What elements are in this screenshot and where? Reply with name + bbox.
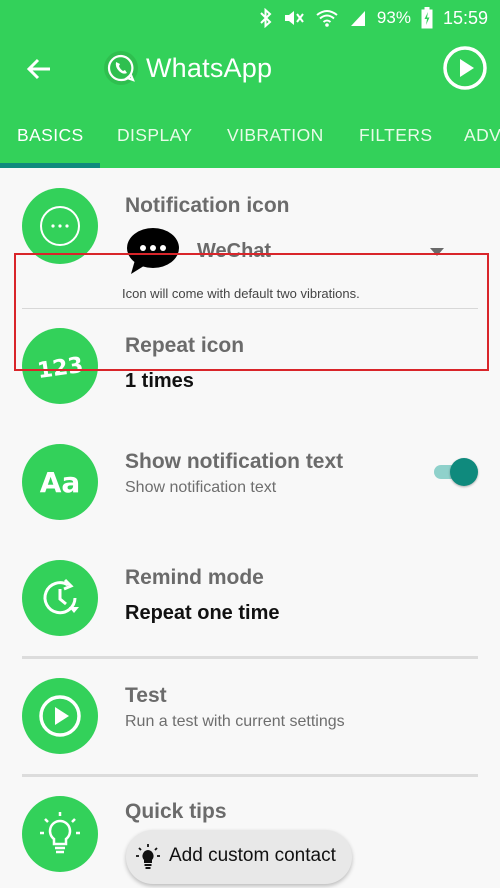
test-icon-badge [22, 678, 98, 754]
battery-icon [421, 7, 433, 29]
item-subtitle: Show notification text [125, 479, 277, 496]
tab-basics[interactable]: BASICS [17, 102, 84, 168]
font-aa-icon: Aa [40, 466, 81, 499]
mute-icon [283, 8, 305, 28]
item-title: Quick tips [125, 800, 227, 823]
whatsapp-logo-icon [103, 50, 139, 86]
clock-repeat-icon [43, 578, 79, 615]
tab-display[interactable]: DISPLAY [117, 102, 192, 168]
tab-bar: BASICS DISPLAY VIBRATION FILTERS ADV [0, 102, 500, 168]
status-bar: 93% 15:59 [0, 0, 500, 36]
item-subtitle: Run a test with current settings [125, 713, 345, 730]
wifi-icon [315, 8, 339, 28]
status-icons: 93% 15:59 [259, 0, 488, 36]
add-custom-contact-button[interactable]: Add custom contact [126, 830, 352, 884]
highlight-box [14, 253, 489, 371]
tips-icon-badge [22, 796, 98, 872]
tab-advanced[interactable]: ADV [464, 102, 500, 168]
back-button[interactable] [24, 54, 54, 84]
item-title: Show notification text [125, 450, 344, 473]
more-dots-icon [40, 206, 80, 246]
divider [22, 774, 478, 777]
battery-percent: 93% [376, 8, 411, 27]
clock: 15:59 [442, 7, 488, 28]
lightbulb-icon [136, 844, 160, 869]
remind-icon-badge [22, 560, 98, 636]
remind-mode-value: Repeat one time [125, 602, 280, 624]
lightbulb-icon [40, 812, 80, 854]
item-title: Test [125, 684, 167, 707]
tab-filters[interactable]: FILTERS [359, 102, 432, 168]
chip-label: Add custom contact [169, 845, 336, 866]
arrow-left-icon [26, 58, 50, 80]
toggle-knob [450, 458, 478, 486]
item-title: Notification icon [125, 194, 290, 217]
svg-text:Aa: Aa [40, 466, 81, 499]
app-title: WhatsApp [146, 53, 273, 83]
play-circle-icon [39, 695, 81, 737]
divider [22, 656, 478, 659]
app-bar: WhatsApp [0, 36, 500, 102]
item-title: Remind mode [125, 566, 264, 589]
show-text-toggle[interactable] [434, 458, 478, 486]
text-icon-badge: Aa [22, 444, 98, 520]
signal-icon [349, 8, 367, 28]
repeat-count-value: 1 times [125, 370, 194, 392]
bluetooth-icon [259, 8, 273, 28]
tab-vibration[interactable]: VIBRATION [227, 102, 324, 168]
play-circle-icon [443, 46, 487, 90]
play-button[interactable] [442, 45, 488, 91]
